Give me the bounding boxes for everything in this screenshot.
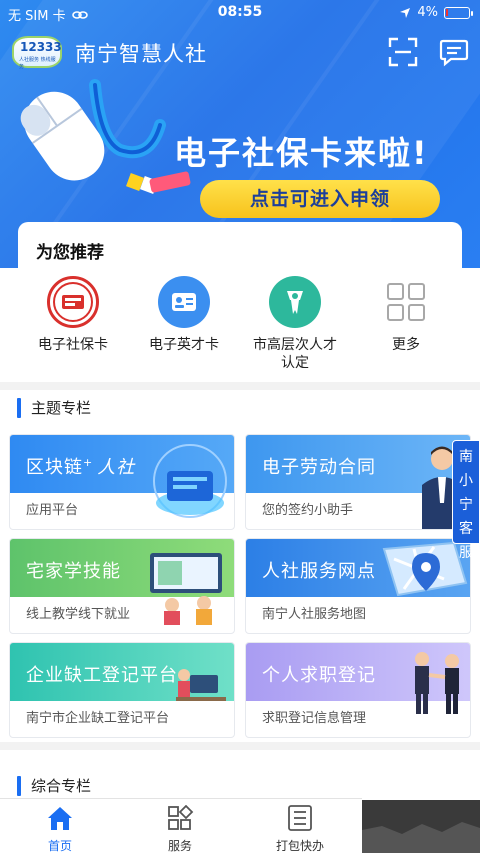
location-arrow-icon (400, 7, 411, 18)
themes-header: 主题专栏 (0, 398, 480, 418)
tab-label: 打包快办 (275, 839, 324, 853)
customer-service-label: 南小宁客服 (459, 449, 473, 561)
tile-subtitle: 南宁人社服务地图 (262, 607, 367, 622)
logo-subtitle: 人社服务 热线服务 (19, 57, 56, 70)
battery-icon (444, 6, 473, 19)
list-doc-icon (288, 805, 312, 831)
tile-service-points[interactable]: 人社服务网点 南宁人社服务地图 (245, 538, 471, 634)
scan-button[interactable] (387, 36, 419, 68)
recommend-label-line: 认定 (281, 355, 309, 371)
tile-title: 企业缺工登记平台 (26, 665, 178, 686)
tile-blockchain[interactable]: 区块链+ 人社 应用平台 (9, 434, 235, 530)
tile-title: 区块链+ 人社 (26, 456, 136, 478)
tile-labor-shortage[interactable]: 企业缺工登记平台 南宁市企业缺工登记平台 (9, 642, 235, 738)
services-grid-icon (168, 804, 194, 830)
tile-title: 个人求职登记 (262, 665, 376, 686)
landscape-thumbnail-icon (362, 822, 480, 853)
customer-service-float[interactable]: 南小宁客服 (452, 440, 480, 561)
logo-number: 12333 (20, 40, 62, 54)
id-card-icon (158, 276, 210, 328)
banner-title: 电子社保卡来啦! (174, 134, 429, 172)
themes-title: 主题专栏 (31, 399, 92, 417)
recommend-item-talent-certification[interactable]: 市高层次人才 认定 (240, 276, 350, 372)
recommend-card: 为您推荐 电子社保卡 电子英才卡 市高层次人才 认定 更多 (18, 222, 462, 372)
overlay-thumbnail (362, 800, 480, 853)
online-class-illustration (150, 553, 222, 625)
recommend-item-talent-card[interactable]: 电子英才卡 (129, 276, 239, 354)
themes-section: 主题专栏 区块链+人社 应用平台 电子劳动合同 您的签约小助手 宅家学技能 线 (0, 390, 480, 742)
recommend-label: 电子社保卡 (38, 337, 108, 353)
worker-desk-illustration (176, 669, 226, 701)
tile-subtitle: 您的签约小助手 (262, 503, 354, 518)
recommend-label-line: 市高层次人才 (253, 337, 337, 353)
grid-more-icon (380, 276, 432, 328)
recommend-label: 电子英才卡 (149, 337, 219, 353)
tile-subtitle: 线上教学线下就业 (26, 607, 131, 622)
tab-label: 服务 (167, 839, 192, 853)
tab-bar: 首页 服务 打包快办 (0, 798, 362, 853)
recommend-item-more[interactable]: 更多 (351, 276, 461, 354)
section-accent-bar (17, 398, 21, 418)
recommend-label: 市高层次人才 认定 (240, 336, 350, 372)
tile-job-seeking[interactable]: 个人求职登记 求职登记信息管理 (245, 642, 471, 738)
tab-services[interactable]: 服务 (135, 804, 225, 853)
tile-home-skills[interactable]: 宅家学技能 线上教学线下就业 (9, 538, 235, 634)
tab-package[interactable]: 打包快办 (255, 805, 345, 853)
chat-icon (439, 39, 469, 67)
tile-subtitle: 南宁市企业缺工登记平台 (26, 711, 170, 726)
tab-home[interactable]: 首页 (15, 805, 105, 853)
tile-title: 宅家学技能 (26, 561, 121, 582)
tile-title: 电子劳动合同 (262, 457, 376, 478)
message-button[interactable] (438, 36, 470, 68)
tile-title: 人社服务网点 (262, 561, 376, 582)
section-accent-bar (17, 776, 21, 796)
apply-button[interactable]: 点击可进入申领 (200, 180, 440, 218)
composite-section: 综合专栏 (0, 750, 480, 798)
composite-header: 综合专栏 (0, 776, 480, 796)
home-icon (48, 807, 72, 830)
certificate-icon (269, 276, 321, 328)
recommend-title: 为您推荐 (36, 243, 104, 263)
tile-title-part: 区块链 (26, 457, 83, 478)
app-title: 南宁智慧人社 (75, 42, 207, 66)
status-bar: 无 SIM 卡 08:55 4% (0, 0, 480, 26)
tile-subtitle: 应用平台 (26, 503, 79, 518)
tab-label: 首页 (47, 839, 72, 853)
tile-title-part: 人社 (97, 457, 136, 478)
recommend-item-social-security-card[interactable]: 电子社保卡 (18, 276, 128, 354)
composite-title: 综合专栏 (31, 777, 92, 795)
social-security-card-icon (47, 276, 99, 328)
tile-subtitle: 求职登记信息管理 (262, 711, 367, 726)
recommend-label: 更多 (392, 337, 420, 353)
blockchain-illustration (153, 444, 227, 518)
tile-labor-contract[interactable]: 电子劳动合同 您的签约小助手 (245, 434, 471, 530)
battery-percent: 4% (417, 5, 438, 20)
handshake-illustration (415, 652, 459, 714)
scan-icon (388, 37, 418, 67)
app-bar: 12333 人社服务 热线服务 南宁智慧人社 (0, 30, 480, 74)
logo-12333: 12333 人社服务 热线服务 (12, 36, 62, 70)
